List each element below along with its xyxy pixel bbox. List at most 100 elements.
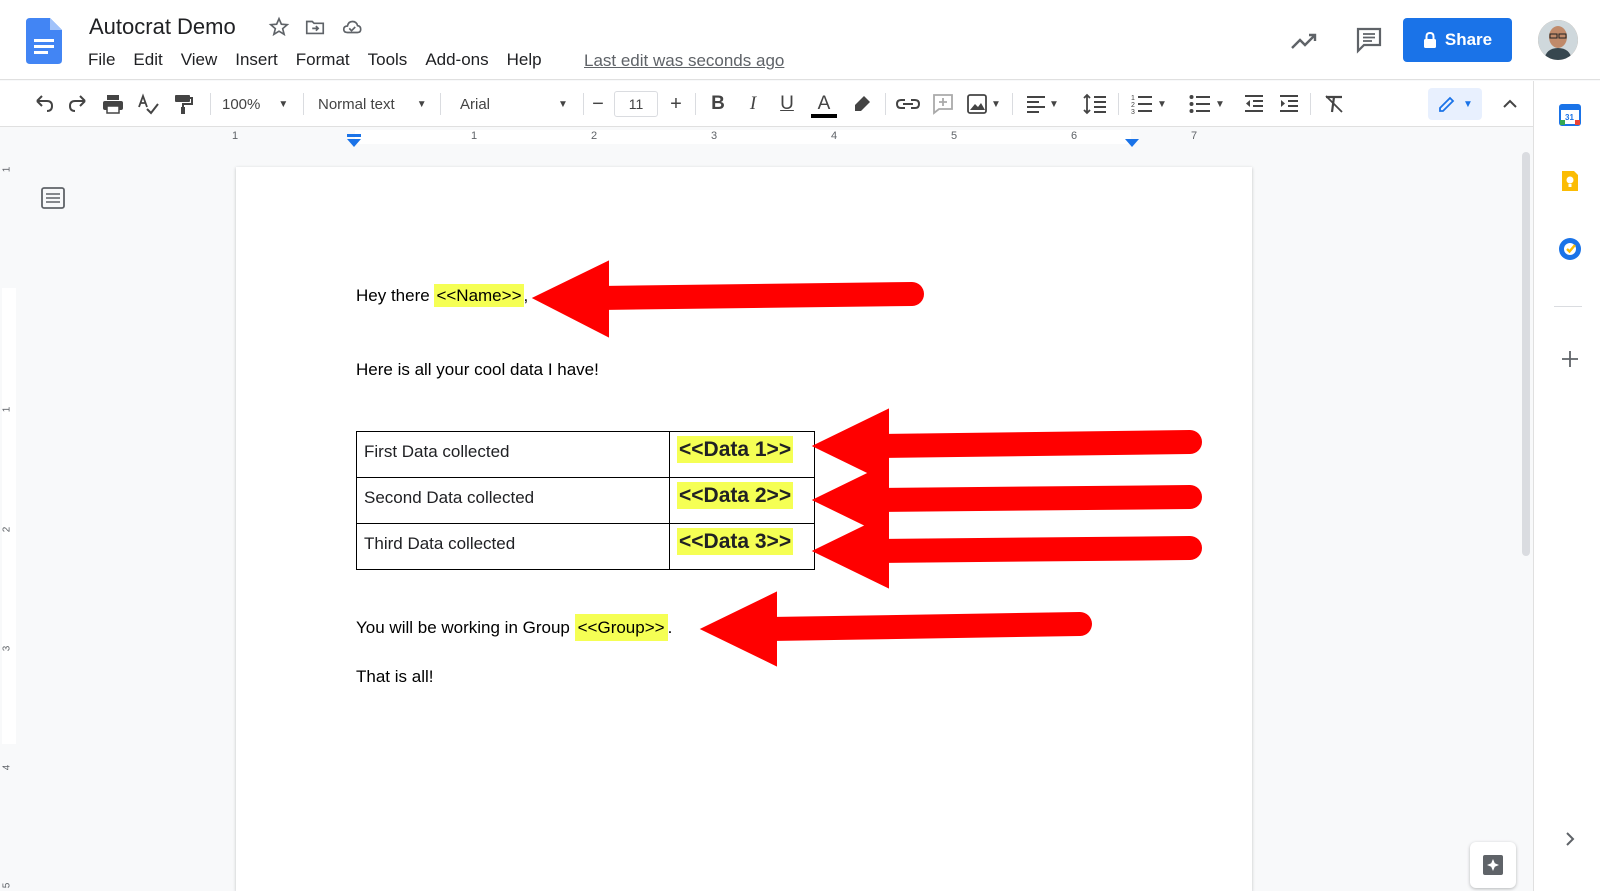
add-addon-icon[interactable] <box>1560 349 1580 369</box>
chevron-down-icon[interactable]: ▼ <box>1214 91 1226 117</box>
chevron-down-icon: ▼ <box>558 98 568 110</box>
vertical-scrollbar[interactable] <box>1522 152 1530 556</box>
left-indent-marker[interactable] <box>345 134 363 148</box>
name-placeholder: <<Name>> <box>434 284 524 307</box>
document-title[interactable]: Autocrat Demo <box>89 14 236 40</box>
bulleted-list-icon[interactable] <box>1188 91 1212 117</box>
group-placeholder: <<Group>> <box>574 614 668 641</box>
vertical-ruler[interactable] <box>0 150 18 891</box>
ruler-number: 6 <box>1071 130 1078 142</box>
app-header: Autocrat Demo File Edit View Insert Form… <box>0 0 1600 80</box>
user-avatar[interactable] <box>1538 20 1578 60</box>
ruler-number: 2 <box>1 526 13 533</box>
chevron-down-icon[interactable]: ▼ <box>1156 91 1168 117</box>
chevron-down-icon: ▼ <box>278 98 289 110</box>
text-color-button[interactable]: A <box>810 91 838 121</box>
numbered-list-icon[interactable]: 1 2 3 <box>1130 91 1154 117</box>
table-cell-label: First Data collected <box>356 431 670 478</box>
ruler-number: 1 <box>1 406 13 413</box>
ruler-number: 1 <box>1 166 13 173</box>
insert-image-icon[interactable] <box>965 91 989 117</box>
svg-text:2: 2 <box>1131 102 1135 109</box>
menu-help[interactable]: Help <box>507 50 542 72</box>
align-left-icon[interactable] <box>1024 91 1048 117</box>
font-size-input[interactable]: 11 <box>614 91 658 117</box>
menu-tools[interactable]: Tools <box>368 50 408 72</box>
underline-button[interactable]: U <box>776 91 798 117</box>
menu-edit[interactable]: Edit <box>133 50 162 72</box>
menu-add-ons[interactable]: Add-ons <box>425 50 488 72</box>
tasks-icon[interactable] <box>1558 237 1582 261</box>
calendar-icon[interactable]: 31 <box>1558 103 1582 127</box>
keep-icon[interactable] <box>1558 169 1582 193</box>
group-line: You will be working in Group <<Group>>. <box>356 614 673 641</box>
data-placeholder: <<Data 2>> <box>677 482 794 509</box>
explore-button[interactable] <box>1470 842 1516 888</box>
share-label: Share <box>1444 30 1493 49</box>
ruler-number: 7 <box>1191 130 1198 142</box>
insert-link-icon[interactable] <box>895 91 921 117</box>
comments-icon[interactable] <box>1355 26 1383 54</box>
formatting-toolbar: 100% ▼ Normal text ▼ Arial ▼ − 11 + B I … <box>0 81 1533 127</box>
ruler-number: 1 <box>232 130 239 142</box>
group-prefix: You will be working in Group <box>356 618 575 637</box>
menu-format[interactable]: Format <box>296 50 350 72</box>
highlight-color-icon[interactable] <box>850 91 874 117</box>
italic-button[interactable]: I <box>742 91 764 117</box>
menu-insert[interactable]: Insert <box>235 50 278 72</box>
decrease-font-size-button[interactable]: − <box>588 91 608 117</box>
print-icon[interactable] <box>101 91 125 117</box>
table-row: Second Data collected <<Data 2>> <box>356 477 815 524</box>
greeting-prefix: Hey there <box>356 286 435 305</box>
paint-format-icon[interactable] <box>171 91 195 117</box>
group-suffix: . <box>667 618 673 637</box>
ruler-number: 2 <box>591 130 598 142</box>
bold-button[interactable]: B <box>707 91 729 117</box>
data-table[interactable]: First Data collected <<Data 1>> Second D… <box>356 431 815 570</box>
activity-trend-icon[interactable] <box>1290 28 1318 54</box>
font-family-select[interactable]: Arial ▼ <box>460 91 575 117</box>
redo-icon[interactable] <box>66 91 90 117</box>
spellcheck-icon[interactable] <box>136 91 160 117</box>
zoom-select[interactable]: 100% ▼ <box>222 91 292 117</box>
paragraph-style-select[interactable]: Normal text ▼ <box>318 91 428 117</box>
editing-mode-button[interactable]: ▼ <box>1428 88 1482 120</box>
clear-formatting-icon[interactable] <box>1322 91 1346 117</box>
chevron-right-icon[interactable] <box>1562 831 1578 847</box>
collapse-menus-icon[interactable] <box>1500 91 1520 117</box>
menu-view[interactable]: View <box>181 50 218 72</box>
cloud-saved-icon[interactable] <box>341 16 363 38</box>
decrease-indent-icon[interactable] <box>1242 91 1266 117</box>
line-spacing-icon[interactable] <box>1082 91 1108 117</box>
intro-line: Here is all your cool data I have! <box>356 360 599 379</box>
font-family-value: Arial <box>460 95 491 113</box>
move-folder-icon[interactable] <box>304 16 326 38</box>
table-cell-tag: <<Data 1>> <box>669 431 815 478</box>
right-indent-marker[interactable] <box>1124 138 1140 148</box>
lock-icon <box>1423 32 1436 48</box>
paragraph-style-value: Normal text <box>318 95 395 113</box>
ruler-number: 1 <box>471 130 478 142</box>
table-row: Third Data collected <<Data 3>> <box>356 523 815 570</box>
side-panel: 31 <box>1533 81 1600 891</box>
chevron-down-icon[interactable]: ▼ <box>1048 91 1060 117</box>
increase-indent-icon[interactable] <box>1277 91 1301 117</box>
table-row: First Data collected <<Data 1>> <box>356 431 815 478</box>
chevron-down-icon: ▼ <box>1463 98 1473 110</box>
star-icon[interactable] <box>268 16 290 38</box>
last-edit-link[interactable]: Last edit was seconds ago <box>584 51 784 71</box>
zoom-value: 100% <box>222 95 261 113</box>
table-cell-label: Second Data collected <box>356 477 670 524</box>
increase-font-size-button[interactable]: + <box>666 91 686 117</box>
menu-file[interactable]: File <box>88 50 115 72</box>
docs-logo-icon[interactable] <box>26 18 62 64</box>
add-comment-icon[interactable] <box>931 91 955 117</box>
share-button[interactable]: Share <box>1403 18 1512 62</box>
chevron-down-icon[interactable]: ▼ <box>990 91 1002 117</box>
greeting-suffix: , <box>523 286 529 305</box>
table-cell-tag: <<Data 3>> <box>669 523 815 570</box>
undo-icon[interactable] <box>32 91 56 117</box>
greeting-line: Hey there <<Name>>, <box>356 284 529 307</box>
document-outline-icon[interactable] <box>40 186 66 210</box>
data-placeholder: <<Data 3>> <box>677 528 794 555</box>
